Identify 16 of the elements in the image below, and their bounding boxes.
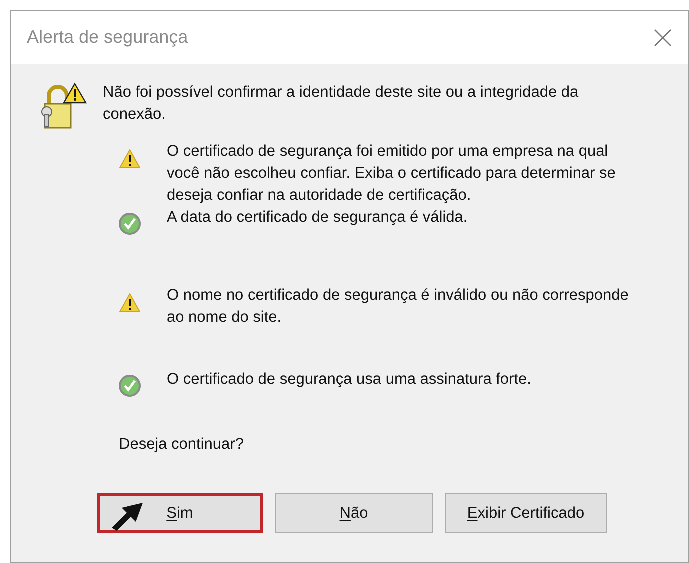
warning-icon — [119, 149, 141, 169]
window-title: Alerta de segurança — [27, 26, 188, 49]
warning-icon — [119, 293, 141, 313]
check-icon — [119, 375, 141, 397]
question-text: Deseja continuar? — [119, 435, 245, 455]
dialog-button[interactable]: Não — [275, 493, 433, 534]
dialog-button[interactable]: Sim — [97, 493, 263, 534]
dialog-button[interactable]: Exibir Certificado — [445, 493, 607, 534]
cursor-arrow-icon — [110, 502, 144, 532]
certificate-check-text: O certificado de segurança usa uma assinatura forte. — [167, 370, 532, 390]
certificate-check-text: O certificado de segurança foi emitido por uma empresa na qual você não escolheu confiar. Exiba o certificado para determinar se deseja confiar na autoridade de certificação. — [167, 142, 617, 206]
close-icon[interactable] — [654, 28, 672, 46]
certificate-check-text: O nome no certificado de segurança é inválido ou não corresponde ao nome do site. — [167, 286, 630, 328]
alert-message: Não foi possível confirmar a identidade deste site ou a integridade da conexão. — [103, 83, 580, 125]
certificate-check-text: A data do certificado de segurança é válida. — [167, 208, 469, 228]
check-icon — [119, 213, 141, 235]
